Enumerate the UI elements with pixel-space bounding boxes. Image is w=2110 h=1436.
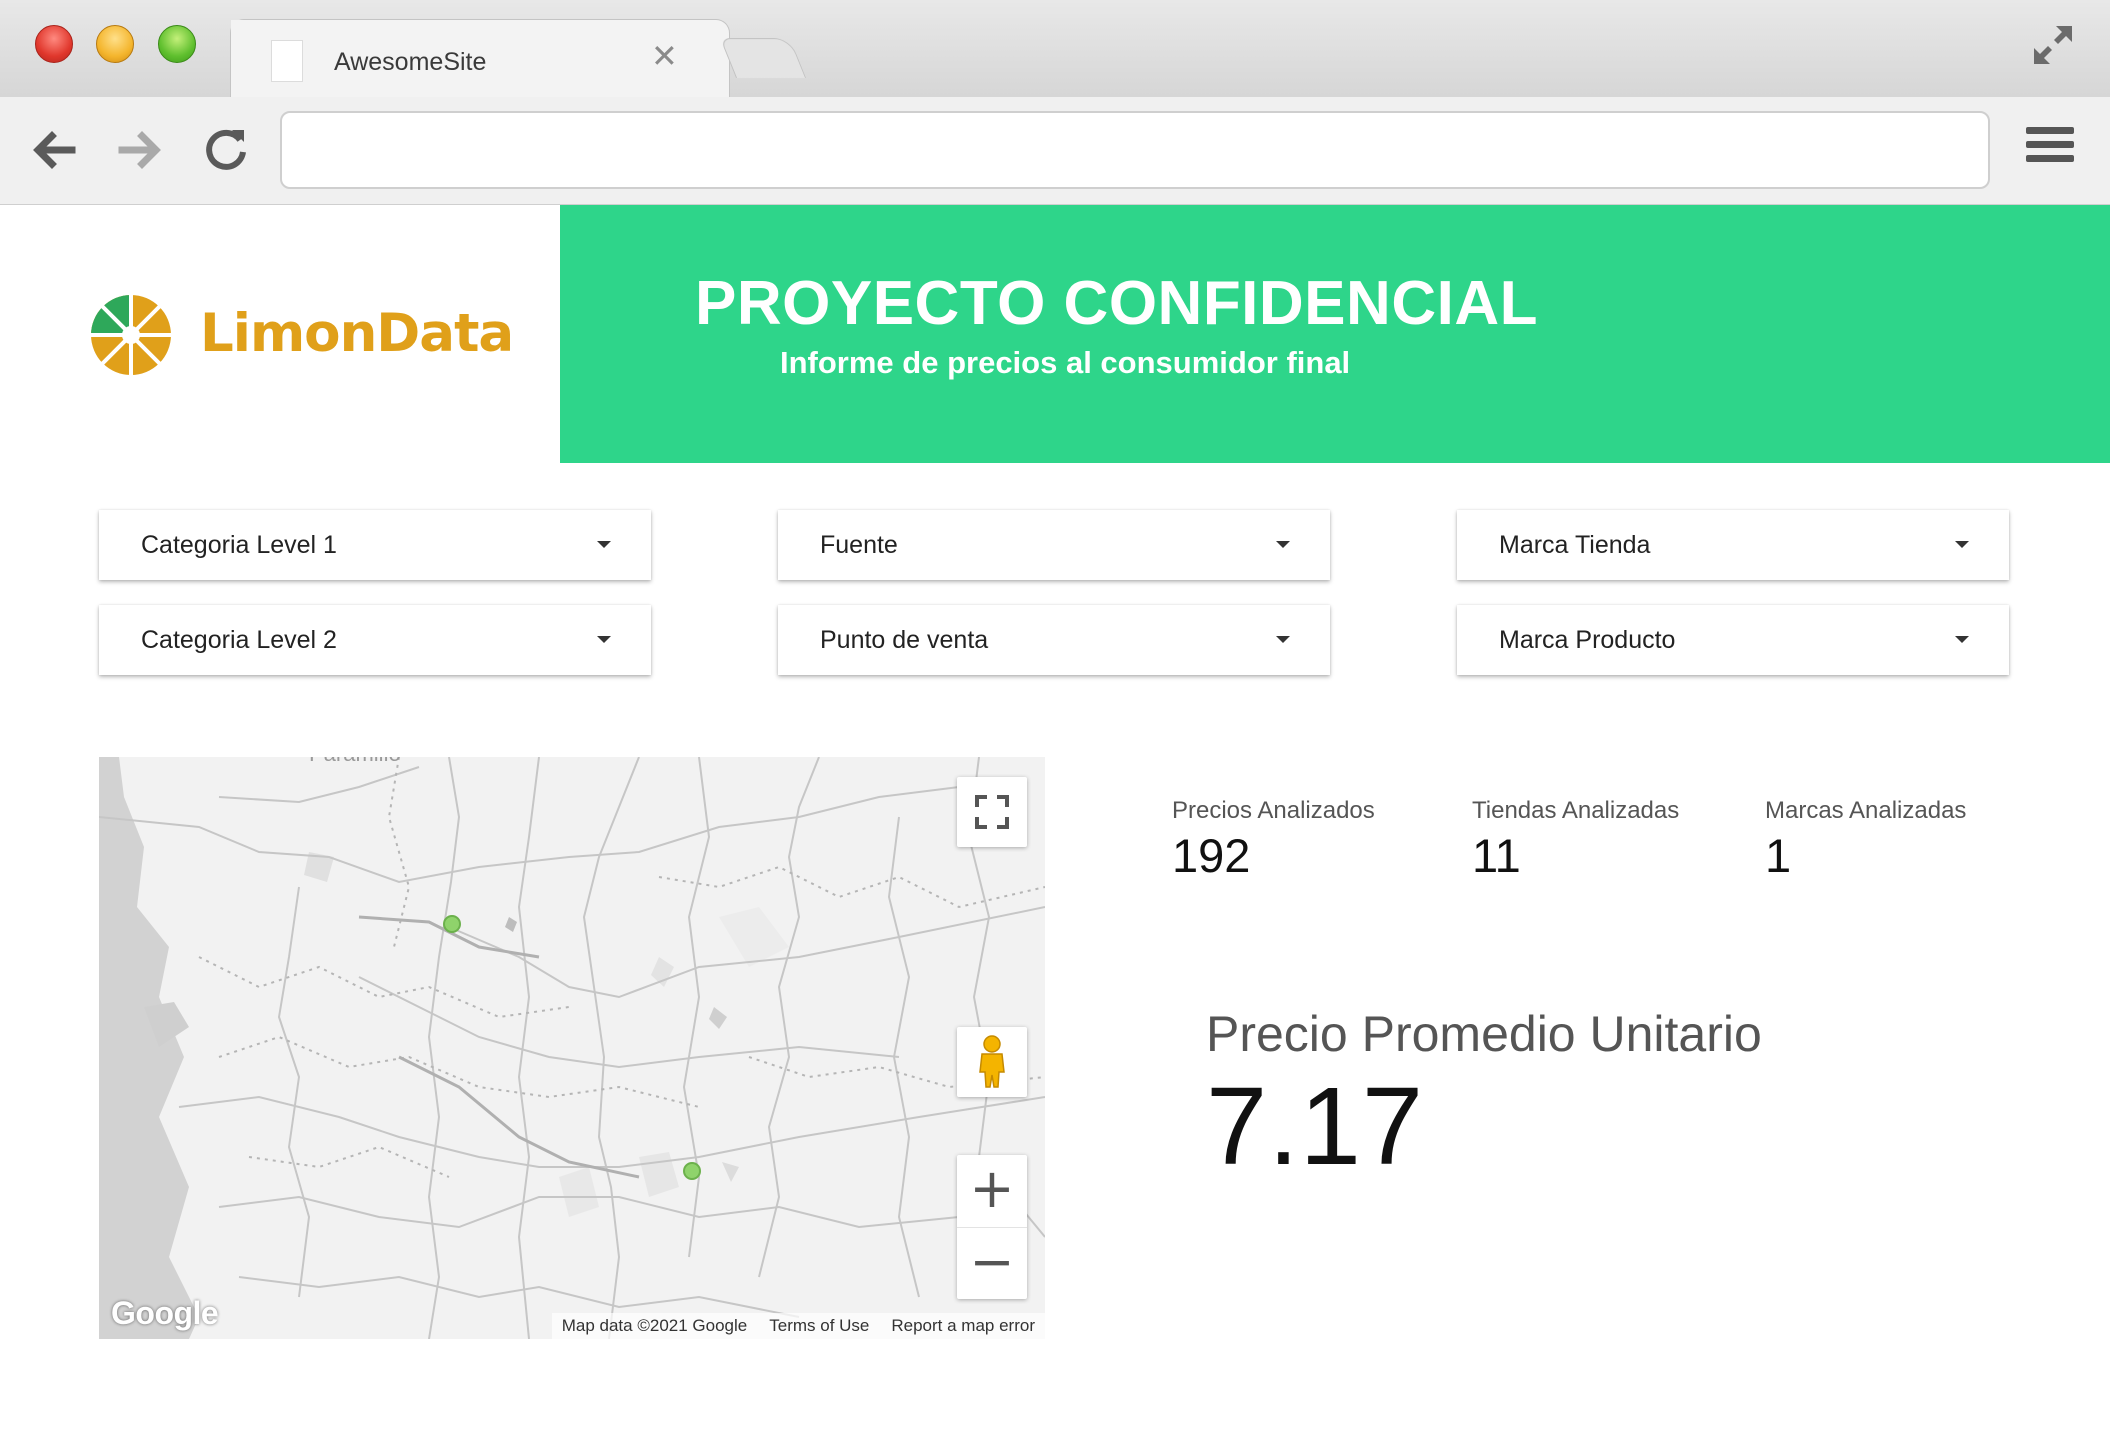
filter-label: Categoria Level 2	[141, 626, 337, 654]
caret-down-icon	[597, 636, 611, 643]
brand-logo[interactable]: LimonData	[88, 287, 514, 387]
google-logo[interactable]: Google	[111, 1295, 219, 1332]
tab-strip: AwesomeSite ✕	[0, 0, 2110, 98]
tab-title: AwesomeSite	[334, 48, 487, 76]
kpi-label: Marcas Analizadas	[1765, 797, 1967, 824]
filter-label: Punto de venta	[820, 626, 989, 654]
caret-down-icon	[597, 541, 611, 548]
expand-icon[interactable]	[2028, 20, 2078, 70]
terms-of-use-link[interactable]: Terms of Use	[769, 1316, 869, 1336]
browser-chrome: AwesomeSite ✕	[0, 0, 2110, 205]
store-map[interactable]: Paramillo + − Google Map dat	[99, 757, 1045, 1339]
filter-label: Marca Tienda	[1499, 531, 1651, 559]
street-view-button[interactable]	[957, 1027, 1027, 1097]
filter-marca-producto[interactable]: Marca Producto	[1457, 605, 2009, 675]
kpi-label: Precios Analizados	[1172, 797, 1375, 824]
filter-categoria-level-1[interactable]: Categoria Level 1	[99, 510, 651, 580]
fullscreen-icon	[975, 795, 1009, 829]
filter-punto-de-venta[interactable]: Punto de venta	[778, 605, 1330, 675]
report-title: PROYECTO CONFIDENCIAL	[695, 269, 1538, 338]
map-footer: Map data ©2021 Google Terms of Use Repor…	[551, 1313, 1045, 1339]
kpi-marcas-analizadas: Marcas Analizadas 1	[1765, 797, 1966, 883]
page-icon	[271, 40, 303, 82]
report-subtitle: Informe de precios al consumidor final	[780, 345, 1351, 380]
caret-down-icon	[1276, 541, 1290, 548]
map-place-label: Paramillo	[309, 757, 401, 766]
reload-icon[interactable]	[198, 122, 254, 178]
kpi-main-label: Precio Promedio Unitario	[1206, 1006, 1762, 1062]
caret-down-icon	[1276, 636, 1290, 643]
address-bar[interactable]	[280, 111, 1990, 189]
map-canvas[interactable]: Paramillo	[99, 757, 1045, 1339]
kpi-value: 11	[1472, 829, 1521, 882]
browser-toolbar	[0, 97, 2110, 205]
kpi-precio-promedio-unitario: Precio Promedio Unitario 7.17	[1206, 1005, 1762, 1190]
kpi-main-value: 7.17	[1206, 1065, 1425, 1188]
zoom-out-button[interactable]: −	[957, 1227, 1027, 1299]
filter-marca-tienda[interactable]: Marca Tienda	[1457, 510, 2009, 580]
map-zoom-control: + −	[957, 1155, 1027, 1299]
pegman-icon	[979, 1035, 1005, 1088]
hamburger-menu-icon[interactable]	[2026, 127, 2074, 171]
map-data-credit: Map data ©2021 Google	[561, 1316, 748, 1335]
window-zoom-button[interactable]	[158, 25, 196, 63]
new-tab-button[interactable]	[719, 38, 807, 78]
window-close-button[interactable]	[35, 25, 73, 63]
kpi-precios-analizados: Precios Analizados 192	[1172, 797, 1375, 883]
filter-label: Marca Producto	[1499, 626, 1676, 654]
browser-tab[interactable]: AwesomeSite ✕	[230, 19, 730, 98]
caret-down-icon	[1955, 636, 1969, 643]
caret-down-icon	[1955, 541, 1969, 548]
report-page: LimonData PROYECTO CONFIDENCIAL Informe …	[0, 205, 2110, 1436]
lemon-logo-icon	[90, 294, 172, 376]
filter-categoria-level-2[interactable]: Categoria Level 2	[99, 605, 651, 675]
kpi-tiendas-analizadas: Tiendas Analizadas 11	[1472, 797, 1679, 883]
kpi-label: Tiendas Analizadas	[1472, 797, 1680, 824]
filter-label: Fuente	[820, 531, 898, 559]
arrow-back-icon[interactable]	[26, 122, 82, 178]
report-map-error-link[interactable]: Report a map error	[891, 1316, 1035, 1336]
kpi-value: 1	[1765, 829, 1792, 882]
filter-label: Categoria Level 1	[141, 531, 337, 559]
window-minimize-button[interactable]	[96, 25, 134, 63]
arrow-forward-icon[interactable]	[112, 122, 168, 178]
zoom-in-button[interactable]: +	[957, 1155, 1027, 1227]
header-banner: PROYECTO CONFIDENCIAL Informe de precios…	[560, 205, 2110, 463]
kpi-value: 192	[1172, 829, 1251, 882]
filter-fuente[interactable]: Fuente	[778, 510, 1330, 580]
brand-name: LimonData	[200, 303, 514, 364]
map-fullscreen-button[interactable]	[957, 777, 1027, 847]
close-icon[interactable]: ✕	[651, 38, 678, 74]
